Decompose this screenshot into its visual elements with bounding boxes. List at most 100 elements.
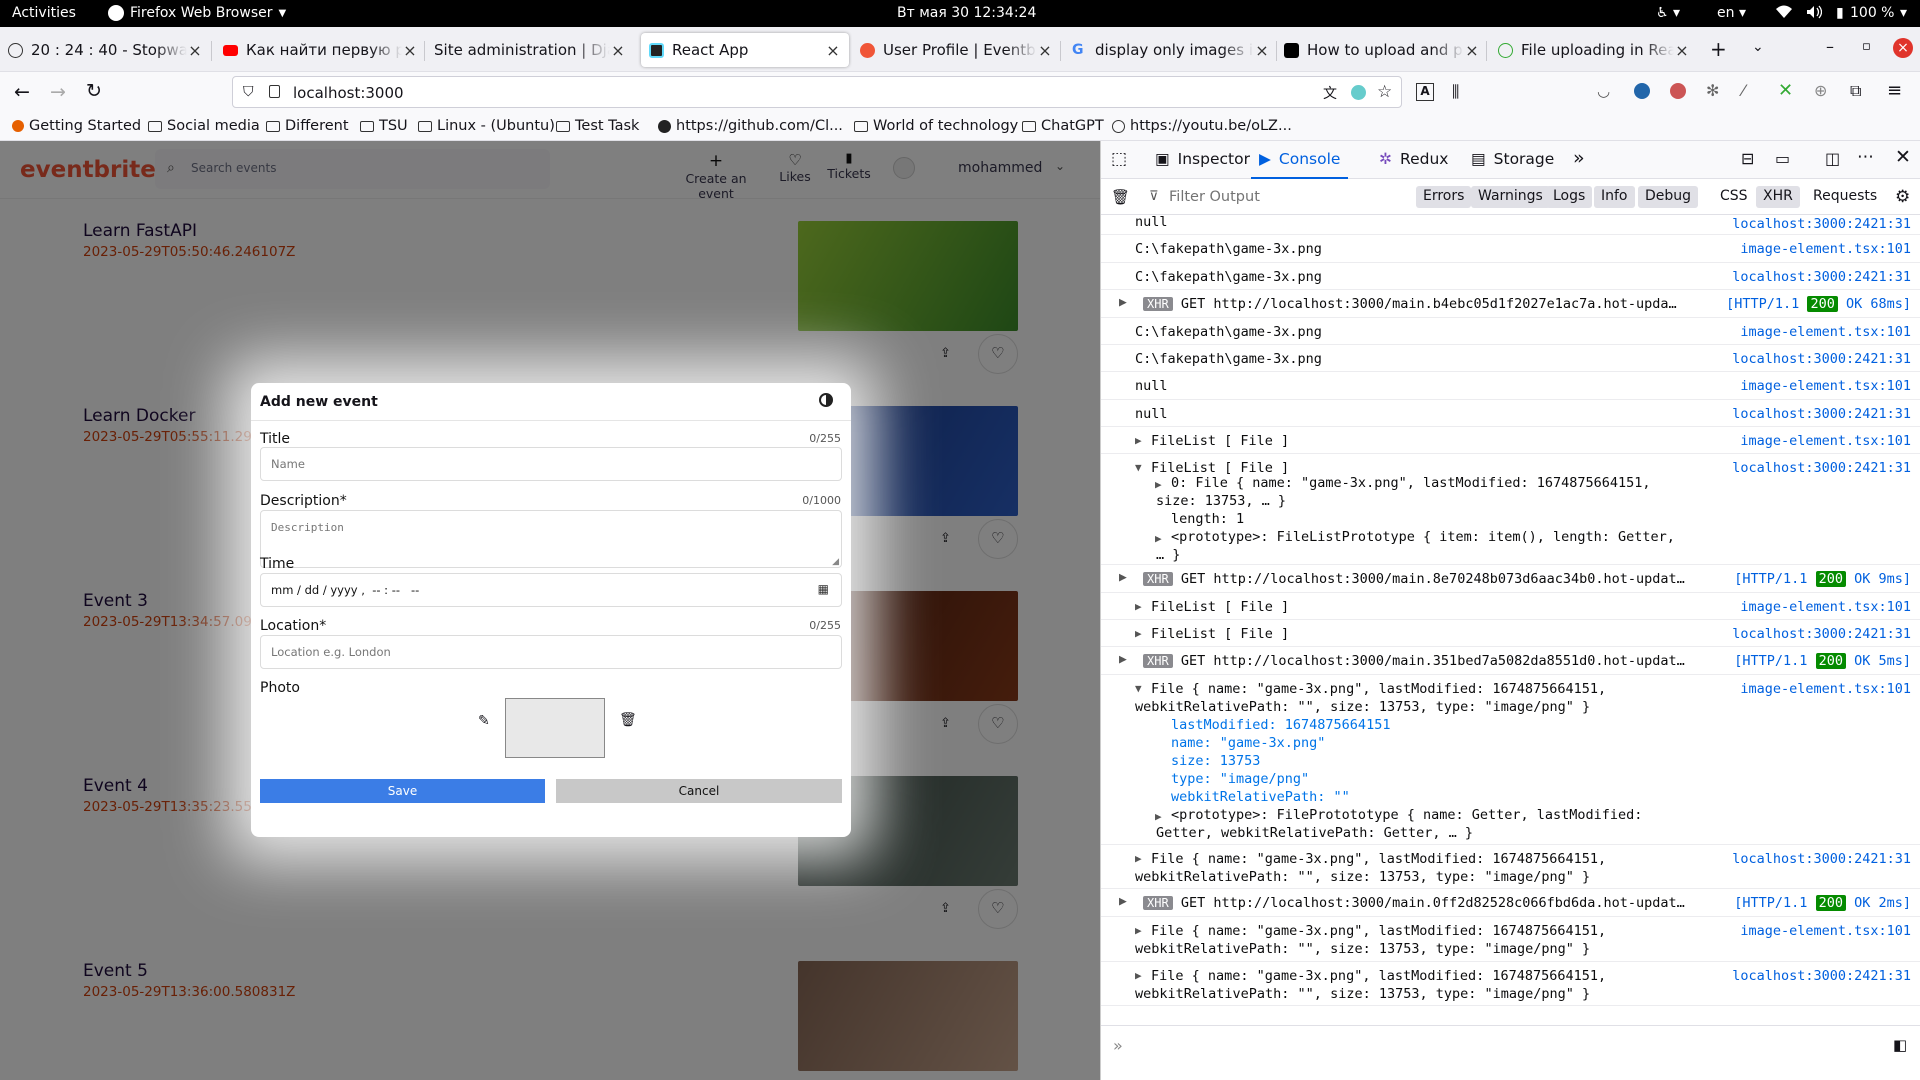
- close-tab-icon[interactable]: ×: [610, 41, 626, 60]
- page-icon[interactable]: [269, 85, 280, 98]
- tab-dev[interactable]: How to upload and pre ×: [1284, 33, 1480, 67]
- console-row[interactable]: ▶ FileList [ File ] image-element.tsx:101: [1101, 593, 1920, 620]
- tab-youtube[interactable]: Как найти первую раб ×: [223, 33, 418, 67]
- shield-icon[interactable]: ⛉: [243, 84, 254, 100]
- close-tab-icon[interactable]: ×: [1254, 41, 1270, 60]
- expand-arrow-icon[interactable]: ▶: [1135, 432, 1142, 450]
- console-row[interactable]: ▶ FileList [ File ] image-element.tsx:101: [1101, 427, 1920, 454]
- reload-button[interactable]: ↻: [86, 80, 102, 102]
- filter-css[interactable]: CSS: [1713, 186, 1755, 208]
- tab-react-app[interactable]: React App ×: [641, 33, 849, 67]
- location-input[interactable]: Location e.g. London: [260, 635, 842, 669]
- edit-icon[interactable]: ✎: [478, 713, 490, 729]
- console-source-link[interactable]: localhost:3000:2421:31: [1732, 967, 1911, 985]
- new-tab-button[interactable]: +: [1710, 37, 1727, 61]
- close-tab-icon[interactable]: ×: [1037, 41, 1053, 60]
- app-menu[interactable]: Firefox Web Browser ▼: [108, 5, 286, 21]
- expand-arrow-icon[interactable]: ▶: [1119, 651, 1127, 669]
- expand-arrow-icon[interactable]: ▶: [1119, 569, 1127, 587]
- console-row[interactable]: ▶ File { name: "game-3x.png", lastModifie…: [1101, 917, 1920, 962]
- responsive-icon[interactable]: ⊟: [1741, 149, 1754, 168]
- bookmark-star-icon[interactable]: ☆: [1377, 82, 1392, 102]
- console-row[interactable]: ▶ FileList [ File ] localhost:3000:2421:31: [1101, 620, 1920, 647]
- library-icon[interactable]: ⫼: [1452, 82, 1459, 102]
- wifi-icon[interactable]: [1776, 5, 1792, 19]
- extension-icon[interactable]: [1634, 83, 1650, 99]
- filter-warnings[interactable]: Warnings: [1471, 186, 1550, 208]
- bookmark-different[interactable]: Different: [266, 118, 349, 134]
- request-url[interactable]: http://localhost:3000/main.8e70248b073d6…: [1213, 571, 1684, 587]
- expand-arrow-icon[interactable]: ▶: [1135, 850, 1142, 868]
- pocket-icon[interactable]: ◡: [1597, 82, 1610, 100]
- close-tab-icon[interactable]: ×: [1464, 41, 1480, 60]
- close-devtools-icon[interactable]: ✕: [1895, 146, 1911, 168]
- extension-icon[interactable]: [1670, 83, 1686, 99]
- expand-arrow-icon[interactable]: ▶: [1119, 294, 1127, 312]
- tab-django-admin[interactable]: Site administration | Djang ×: [434, 33, 626, 67]
- close-tab-icon[interactable]: ×: [825, 41, 841, 60]
- bookmark-github[interactable]: https://github.com/Cl...: [658, 118, 843, 134]
- console-row-xhr[interactable]: ▶ XHR GET http://localhost:3000/main.0ff2…: [1101, 889, 1920, 917]
- list-tabs-button[interactable]: ⌄: [1752, 39, 1764, 55]
- console-source-link[interactable]: localhost:3000:2421:31: [1732, 850, 1911, 868]
- request-url[interactable]: http://localhost:3000/main.b4ebc05d1f202…: [1213, 296, 1676, 312]
- system-menu-caret[interactable]: ▾: [1900, 5, 1907, 21]
- theme-toggle-icon[interactable]: [819, 393, 833, 407]
- bookmark-chatgpt[interactable]: ChatGPT: [1022, 118, 1104, 134]
- console-source-link[interactable]: localhost:3000:2421:31: [1732, 215, 1911, 233]
- clock[interactable]: Вт мая 30 12:34:24: [897, 5, 1036, 21]
- bookmark-tsu[interactable]: TSU: [360, 118, 408, 134]
- console-row[interactable]: null localhost:3000:2421:31: [1101, 400, 1920, 427]
- console-row-xhr[interactable]: ▶ XHR GET http://localhost:3000/main.b4eb…: [1101, 290, 1920, 318]
- tab-file-upload[interactable]: File uploading in React ×: [1498, 33, 1690, 67]
- screenshot-icon[interactable]: ▭: [1775, 149, 1790, 168]
- close-tab-icon[interactable]: ×: [1674, 41, 1690, 60]
- react-devtools-icon[interactable]: [1351, 85, 1366, 100]
- forward-button[interactable]: →: [50, 81, 66, 103]
- color-picker-icon[interactable]: ⁄: [1742, 81, 1745, 100]
- tab-eventbrite[interactable]: User Profile | Eventbrite ×: [860, 33, 1053, 67]
- maximize-button[interactable]: ▫: [1862, 39, 1871, 54]
- close-window-button[interactable]: ×: [1893, 38, 1913, 58]
- filter-debug[interactable]: Debug: [1638, 186, 1699, 208]
- console-source-link[interactable]: localhost:3000:2421:31: [1732, 625, 1911, 643]
- extension-icon[interactable]: ✕: [1778, 80, 1793, 101]
- console-row-expanded[interactable]: ▼ File { name: "game-3x.png", lastModifie…: [1101, 675, 1920, 845]
- tab-google[interactable]: G display only images in i ×: [1072, 33, 1270, 67]
- bookmark-social-media[interactable]: Social media: [148, 118, 260, 134]
- tab-redux[interactable]: ✲ Redux: [1379, 150, 1448, 168]
- console-source-link[interactable]: localhost:3000:2421:31: [1732, 459, 1911, 477]
- console-row[interactable]: C:\fakepath\game-3x.png localhost:3000:24…: [1101, 263, 1920, 290]
- tab-console[interactable]: ▶ Console: [1251, 141, 1349, 179]
- activities-button[interactable]: Activities: [12, 5, 76, 21]
- console-row[interactable]: C:\fakepath\game-3x.png image-element.tsx…: [1101, 235, 1920, 263]
- expand-arrow-icon[interactable]: ▶: [1119, 893, 1127, 911]
- vpn-icon[interactable]: ⊕: [1814, 81, 1827, 100]
- console-row-xhr[interactable]: ▶ XHR GET http://localhost:3000/main.8e70…: [1101, 565, 1920, 593]
- console-source-link[interactable]: localhost:3000:2421:31: [1732, 405, 1911, 423]
- console-source-link[interactable]: image-element.tsx:101: [1740, 680, 1911, 698]
- filter-input[interactable]: Filter Output: [1169, 189, 1260, 205]
- translate-icon[interactable]: 文: [1323, 83, 1337, 103]
- volume-icon[interactable]: [1806, 5, 1822, 19]
- back-button[interactable]: ←: [14, 81, 30, 103]
- calendar-icon[interactable]: ▦: [818, 582, 829, 596]
- console-source-link[interactable]: localhost:3000:2421:31: [1732, 350, 1911, 368]
- extension-icon[interactable]: ✻: [1706, 81, 1719, 100]
- pick-element-icon[interactable]: ⬚: [1111, 149, 1127, 169]
- language-indicator[interactable]: en ▾: [1717, 5, 1746, 21]
- console-source-link[interactable]: image-element.tsx:101: [1740, 432, 1911, 450]
- battery-icon[interactable]: ▮: [1836, 5, 1844, 21]
- url-text[interactable]: localhost:3000: [293, 84, 404, 102]
- console-row[interactable]: C:\fakepath\game-3x.png localhost:3000:24…: [1101, 345, 1920, 372]
- filter-xhr[interactable]: XHR: [1756, 186, 1800, 208]
- request-url[interactable]: http://localhost:3000/main.351bed7a5082d…: [1213, 653, 1684, 669]
- close-tab-icon[interactable]: ×: [187, 41, 203, 60]
- tab-inspector[interactable]: ▣ Inspector: [1155, 150, 1250, 168]
- expand-arrow-icon[interactable]: ▶: [1135, 625, 1142, 643]
- console-source-link[interactable]: image-element.tsx:101: [1740, 377, 1911, 395]
- collapse-arrow-icon[interactable]: ▼: [1135, 680, 1142, 698]
- editor-mode-icon[interactable]: ◧: [1893, 1036, 1907, 1054]
- console-source-link[interactable]: image-element.tsx:101: [1740, 323, 1911, 341]
- filter-requests[interactable]: Requests: [1806, 186, 1884, 208]
